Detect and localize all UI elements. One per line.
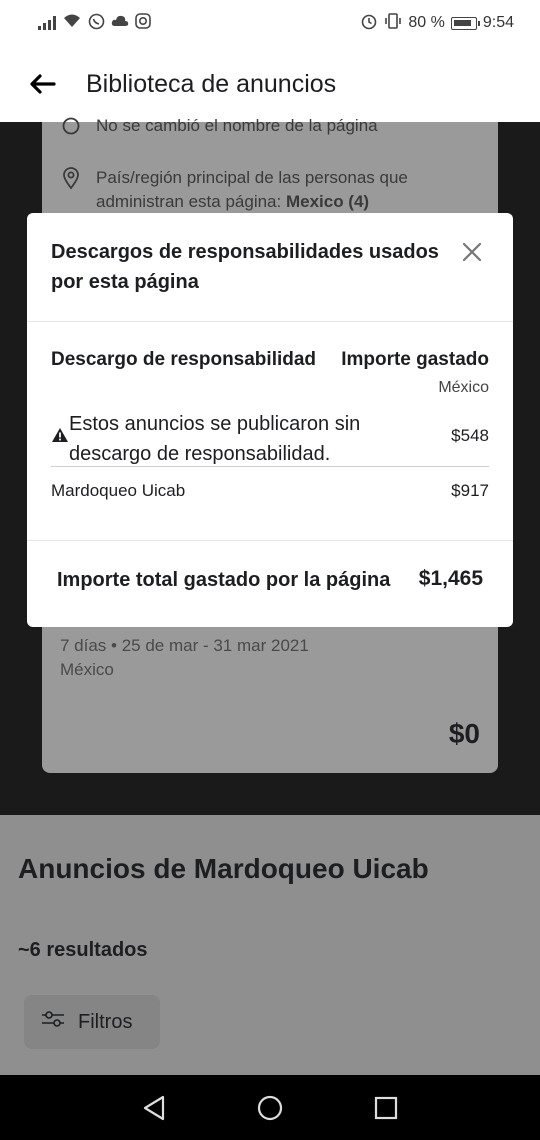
dialog-footer: Importe total gastado por la página $1,4… bbox=[27, 540, 513, 627]
clock: 9:54 bbox=[482, 14, 514, 31]
warning-icon bbox=[51, 427, 69, 443]
nav-home-icon[interactable] bbox=[256, 1094, 284, 1122]
vibrate-icon bbox=[384, 12, 402, 34]
results-count: ~6 resultados bbox=[18, 939, 148, 961]
col-disclaimer-header: Descargo de responsabilidad bbox=[51, 349, 317, 370]
system-nav-bar bbox=[0, 1075, 540, 1140]
status-right: 80 % 9:54 bbox=[360, 12, 514, 34]
total-amount: $1,465 bbox=[418, 567, 483, 590]
col-amount-header: Importe gastado bbox=[341, 349, 489, 370]
nav-back-icon[interactable] bbox=[140, 1094, 168, 1122]
dialog-title: Descargos de responsabilidades usados po… bbox=[51, 241, 439, 293]
status-left bbox=[38, 13, 151, 34]
period-info: 7 días • 25 de mar - 31 mar 2021 México bbox=[60, 634, 309, 682]
history-icon bbox=[60, 114, 82, 138]
country-value: Mexico (4) bbox=[285, 192, 370, 211]
signal-icon bbox=[38, 16, 56, 30]
row-label: Mardoqueo Uicab bbox=[51, 481, 186, 500]
filters-button[interactable]: Filtros bbox=[24, 995, 160, 1049]
col-amount-country: México bbox=[438, 379, 489, 396]
table-row: Mardoqueo Uicab $917 bbox=[51, 481, 489, 501]
sliders-icon bbox=[40, 1009, 66, 1035]
disclaimers-dialog: Descargos de responsabilidades usados po… bbox=[27, 213, 513, 627]
app-bar: Biblioteca de anuncios bbox=[0, 46, 540, 122]
row-amount: $548 bbox=[451, 426, 489, 445]
total-label: Importe total gastado por la página bbox=[57, 569, 391, 591]
wifi-icon bbox=[62, 13, 82, 33]
battery-icon bbox=[450, 16, 480, 30]
country-text: País/región principal de las personas qu… bbox=[96, 166, 476, 214]
ads-section: Anuncios de Mardoqueo Uicab ~6 resultado… bbox=[0, 815, 540, 1075]
filters-label: Filtros bbox=[78, 1010, 133, 1033]
location-pin-icon bbox=[60, 166, 82, 190]
region-text: México bbox=[60, 660, 114, 679]
dialog-header: Descargos de responsabilidades usados po… bbox=[27, 213, 513, 322]
table-row: Estos anuncios se publicaron sin descarg… bbox=[51, 409, 489, 467]
back-arrow-icon[interactable] bbox=[28, 72, 58, 96]
table-header: Descargo de responsabilidad Importe gast… bbox=[51, 349, 489, 371]
ads-section-title: Anuncios de Mardoqueo Uicab bbox=[18, 853, 429, 884]
page-title: Biblioteca de anuncios bbox=[86, 69, 337, 98]
country-row: País/región principal de las personas qu… bbox=[60, 166, 476, 214]
name-change-text: No se cambió el nombre de la página bbox=[96, 116, 378, 135]
row-amount: $917 bbox=[451, 481, 489, 500]
nav-recents-icon[interactable] bbox=[372, 1094, 400, 1122]
spend-amount: $0 bbox=[448, 718, 480, 749]
battery-percent: 80 % bbox=[408, 14, 445, 31]
cloud-icon bbox=[111, 14, 129, 32]
close-icon[interactable] bbox=[461, 241, 483, 263]
name-change-row: No se cambió el nombre de la página bbox=[60, 114, 378, 138]
status-bar: 80 % 9:54 bbox=[0, 0, 540, 46]
whatsapp-icon bbox=[88, 13, 105, 34]
period-text: 7 días • 25 de mar - 31 mar 2021 bbox=[60, 636, 309, 655]
alarm-icon bbox=[360, 12, 378, 34]
row-label: Estos anuncios se publicaron sin descarg… bbox=[69, 413, 361, 465]
instagram-icon bbox=[135, 13, 151, 33]
